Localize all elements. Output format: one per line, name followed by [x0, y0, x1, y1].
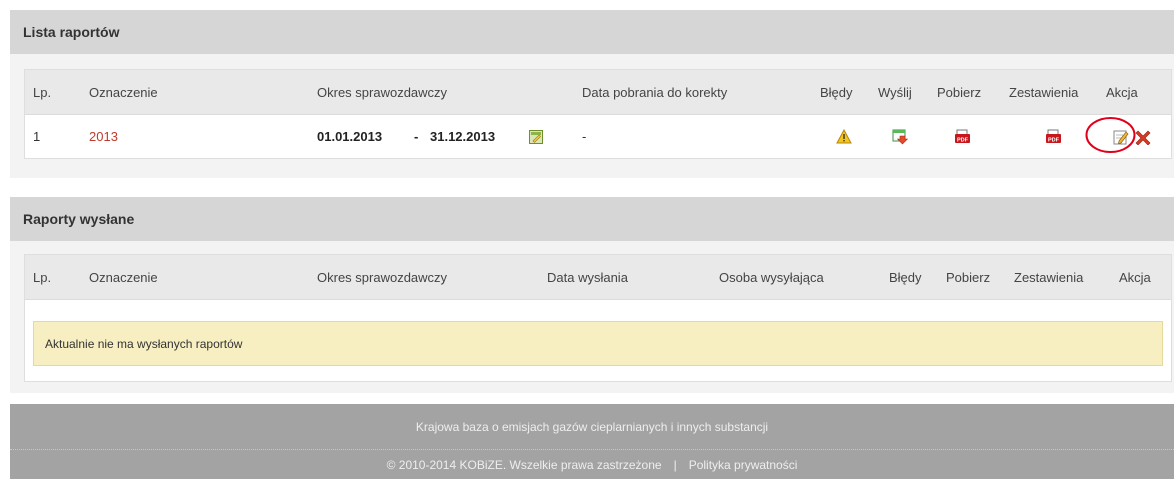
col-send: Wyślij	[878, 84, 912, 100]
col-sent-date: Data wysłania	[547, 269, 628, 285]
row-lp: 1	[33, 129, 41, 144]
pdf-icon[interactable]: PDF	[1044, 115, 1062, 158]
footer-separator: |	[673, 457, 677, 472]
download-date-value: -	[582, 129, 587, 144]
col-period: Okres sprawozdawczy	[317, 84, 448, 100]
col-errors: Błędy	[820, 84, 853, 100]
pdf-icon[interactable]: PDF	[953, 115, 971, 158]
sent-reports-panel: Raporty wysłane Lp. Oznaczenie Okres spr…	[10, 197, 1174, 393]
col-lp: Lp.	[33, 84, 52, 100]
col-period: Okres sprawozdawczy	[317, 269, 448, 285]
col-designation: Oznaczenie	[89, 269, 158, 285]
col-lp: Lp.	[33, 269, 52, 285]
edit-icon[interactable]	[1112, 115, 1130, 158]
col-download: Pobierz	[946, 269, 991, 285]
col-action: Akcja	[1119, 269, 1151, 285]
footer: Krajowa baza o emisjach gazów cieplarnia…	[10, 404, 1174, 479]
period-from: 01.01.2013	[317, 129, 383, 144]
privacy-policy-link[interactable]: Polityka prywatności	[689, 458, 798, 472]
sent-panel-title: Raporty wysłane	[10, 197, 1174, 241]
sent-reports-table: Lp. Oznaczenie Okres sprawozdawczy Data …	[24, 254, 1172, 382]
col-sender: Osoba wysyłająca	[719, 269, 824, 285]
footer-tagline: Krajowa baza o emisjach gazów cieplarnia…	[10, 404, 1174, 450]
warning-icon[interactable]	[835, 115, 853, 158]
table-row: 1 2013 01.01.2013 - 31.12.2013 - PDF PDF	[25, 115, 1171, 158]
copyright-text: © 2010-2014 KOBiZE. Wszelkie prawa zastr…	[386, 457, 662, 472]
svg-text:PDF: PDF	[957, 137, 969, 143]
reports-table: Lp. Oznaczenie Okres sprawozdawczy Data …	[24, 69, 1172, 159]
col-action: Akcja	[1106, 84, 1138, 100]
period-to: 31.12.2013	[430, 129, 496, 144]
empty-state-message: Aktualnie nie ma wysłanych raportów	[33, 321, 1163, 366]
col-download: Pobierz	[937, 84, 982, 100]
reports-table-header: Lp. Oznaczenie Okres sprawozdawczy Data …	[25, 70, 1171, 115]
calendar-edit-icon[interactable]	[528, 115, 544, 158]
col-errors: Błędy	[889, 269, 922, 285]
report-designation-link[interactable]: 2013	[89, 115, 118, 158]
period-separator: -	[414, 129, 419, 144]
footer-bottom: © 2010-2014 KOBiZE. Wszelkie prawa zastr…	[10, 450, 1174, 479]
col-summaries: Zestawienia	[1014, 269, 1084, 285]
reports-panel: Lista raportów Lp. Oznaczenie Okres spra…	[10, 10, 1174, 178]
send-icon[interactable]	[891, 115, 909, 158]
col-designation: Oznaczenie	[89, 84, 158, 100]
col-download-date: Data pobrania do korekty	[582, 84, 728, 100]
delete-icon[interactable]	[1134, 115, 1152, 158]
col-summaries: Zestawienia	[1009, 84, 1079, 100]
sent-table-header: Lp. Oznaczenie Okres sprawozdawczy Data …	[25, 255, 1171, 300]
reports-panel-title: Lista raportów	[10, 10, 1174, 54]
svg-text:PDF: PDF	[1048, 137, 1060, 143]
